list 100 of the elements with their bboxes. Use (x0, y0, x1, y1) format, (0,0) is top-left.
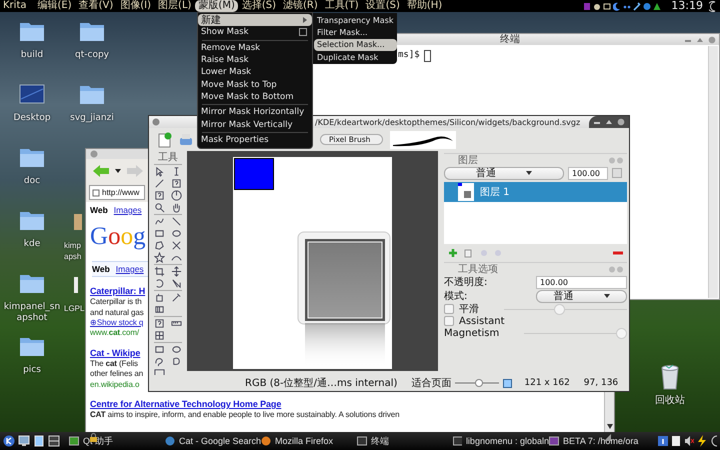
menu-item[interactable]: 帮助(H) (404, 0, 446, 12)
eyedropper-icon[interactable] (171, 292, 182, 303)
mode-dropdown[interactable]: 普通 (536, 290, 627, 302)
menu-item[interactable]: 蒙版(M) (195, 0, 238, 12)
slider-handle[interactable] (554, 304, 566, 314)
wrench-icon[interactable] (633, 2, 642, 10)
notepad-icon[interactable] (33, 435, 45, 447)
help-icon[interactable] (154, 190, 165, 201)
hand-icon[interactable] (171, 202, 182, 213)
folder-icon[interactable] (19, 335, 45, 357)
menu-item[interactable]: 工具(T) (322, 0, 362, 12)
menu-item[interactable]: Transparency Mask (314, 14, 397, 26)
line-icon[interactable] (171, 216, 182, 227)
menu-item[interactable]: 查看(V) (76, 0, 116, 12)
taskbar-button[interactable]: 终端 (357, 434, 453, 448)
new-document-icon[interactable] (158, 132, 172, 148)
maximize-icon[interactable] (605, 119, 613, 125)
folder-icon[interactable] (19, 146, 45, 168)
blend-mode-dropdown[interactable]: 普通 (444, 166, 564, 180)
folder-icon[interactable] (19, 209, 45, 231)
trash-can-icon[interactable] (659, 362, 681, 390)
help-icon[interactable] (171, 178, 182, 189)
search-tab[interactable]: Web (92, 264, 110, 274)
menu-item[interactable]: 选择(S) (238, 0, 280, 12)
menu-item[interactable]: Move Mask to Bottom (198, 90, 312, 104)
moon-icon[interactable] (709, 0, 717, 12)
taskbar-button[interactable]: Mozilla Firefox (261, 434, 357, 448)
rect-select-icon[interactable] (154, 344, 165, 355)
crop-icon[interactable] (154, 266, 165, 277)
pen-icon[interactable] (154, 178, 165, 189)
search-tab[interactable]: Images (116, 264, 144, 274)
checkbox[interactable] (444, 304, 454, 314)
menu-item[interactable]: Lower Mask (198, 66, 312, 78)
menu-item[interactable]: Remove Mask (198, 42, 312, 54)
lasso-icon[interactable] (154, 356, 165, 367)
menu-item[interactable]: Filter Mask... (314, 26, 397, 39)
taskbar-button[interactable]: Cat - Google Search (165, 434, 261, 448)
stock-link[interactable]: ⊕Show stock q (90, 318, 144, 328)
moon-icon[interactable] (710, 435, 718, 447)
pointer-icon[interactable] (154, 166, 165, 177)
search-tab[interactable]: Images (114, 205, 142, 215)
minimize-icon[interactable] (684, 37, 692, 43)
remove-icon[interactable] (613, 250, 623, 256)
zoom-icon[interactable] (154, 202, 165, 213)
ruler-icon[interactable] (171, 318, 182, 329)
folder-icon[interactable] (19, 272, 45, 294)
menu-item[interactable]: Show Mask (198, 26, 312, 39)
slider-handle[interactable] (475, 379, 484, 387)
menu-item[interactable]: 图层(L) (155, 0, 194, 12)
taskbar-button[interactable]: libgnomenu : globaln (453, 434, 549, 448)
opacity-field[interactable]: 100.00 (536, 276, 627, 288)
address-field[interactable]: http://www (89, 185, 145, 200)
scroll-bar[interactable] (708, 46, 718, 298)
search-tab[interactable]: Web (90, 205, 108, 215)
lightning-icon[interactable] (697, 435, 707, 447)
speaker-muted-icon[interactable] (684, 435, 694, 447)
slider-handle[interactable] (616, 328, 627, 338)
brush-stroke-preview[interactable] (390, 130, 456, 148)
minimize-icon[interactable] (593, 119, 601, 125)
result-link[interactable]: Cat - Wikipe (90, 346, 140, 358)
menu-item[interactable]: 新建 (198, 14, 312, 26)
checkbox[interactable] (444, 316, 454, 326)
star-icon[interactable] (154, 252, 165, 263)
menu-item[interactable]: Duplicate Mask (314, 50, 397, 64)
rectangle-icon[interactable] (154, 228, 165, 239)
info-icon[interactable] (658, 435, 668, 447)
ellipse-select-icon[interactable] (171, 344, 182, 355)
result-link[interactable]: Caterpillar: H (90, 285, 146, 297)
monitor-icon[interactable] (18, 435, 30, 447)
checkbox[interactable] (299, 28, 307, 36)
menu-item[interactable]: Mirror Mask Vertically (198, 118, 312, 131)
menu-item[interactable]: Selection Mask... (314, 38, 397, 51)
caret-icon[interactable] (114, 168, 122, 174)
folder-icon[interactable] (19, 20, 45, 42)
result-link[interactable]: Centre for Alternative Technology Home Page (90, 398, 282, 410)
moon-icon[interactable] (613, 2, 622, 10)
menu-item[interactable]: Mask Properties (198, 134, 312, 146)
down-arrow-icon[interactable] (606, 424, 612, 428)
scissors-icon[interactable] (171, 240, 182, 251)
clipboard-icon[interactable] (671, 435, 681, 447)
menu-item[interactable]: 滤镜(R) (280, 0, 321, 12)
rotate-icon[interactable] (154, 278, 165, 289)
menu-item[interactable]: Move Mask to Top (198, 78, 312, 91)
folder-icon[interactable] (79, 20, 105, 42)
maximize-icon[interactable] (696, 37, 704, 43)
freehand-icon[interactable] (154, 216, 165, 227)
menu-item[interactable]: Mirror Mask Horizontally (198, 106, 312, 118)
transform-icon[interactable] (171, 278, 182, 289)
move-icon[interactable] (171, 266, 182, 277)
k-logo-icon[interactable] (3, 435, 15, 447)
menu-item[interactable]: Raise Mask (198, 54, 312, 66)
polygon-icon[interactable] (154, 240, 165, 251)
layer-row[interactable]: 图层 1 (444, 182, 627, 202)
close-icon[interactable] (617, 118, 625, 126)
zoom-fit-icon[interactable] (503, 378, 512, 388)
help-icon[interactable] (154, 318, 165, 329)
menu-item[interactable]: 图像(I) (117, 0, 154, 12)
folder-icon[interactable] (79, 83, 105, 105)
opacity-field[interactable]: 100.00 (568, 166, 608, 180)
grid-icon[interactable] (154, 330, 165, 341)
